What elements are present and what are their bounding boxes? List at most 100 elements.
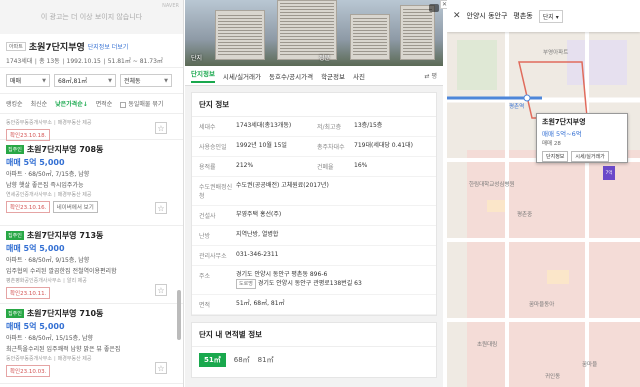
- listing-desc: 아파트 · 68/50㎡, 15/15층, 남향: [6, 335, 94, 342]
- scrollbar[interactable]: [177, 290, 181, 340]
- info-key: 총주차대수: [310, 137, 352, 157]
- road-address: 경기도 안양시 동안구 관평로138번길 63: [257, 280, 362, 287]
- info-value: 1743세대(총13개동): [234, 117, 310, 137]
- map-breadcrumb-bar: ✕ 안양시 동안구 평촌동 단지 ▾: [447, 0, 640, 32]
- view-on-naver-link[interactable]: 네이버에서 보기: [52, 201, 98, 213]
- complex-photo[interactable]: 단지 정문: [185, 0, 443, 66]
- area-tabs: 51㎡ 68㎡ 81㎡: [192, 347, 436, 373]
- building-select[interactable]: 전체동 ▼: [120, 74, 172, 87]
- info-key: 건폐율: [310, 157, 352, 177]
- area-value: 51㎡, 68㎡, 81㎡: [234, 295, 436, 315]
- map-view[interactable]: ✕ 안양시 동안구 평촌동 단지 ▾ 평촌역 부영아파트 꿈마을 귀인동 한림대…: [447, 0, 640, 387]
- detail-tabs: 단지정보 시세/실거래가 동호수/공시가격 학군정보 사진 ⇄ 평: [185, 66, 443, 86]
- listing-pin-icon[interactable]: 7억: [603, 166, 615, 180]
- sort-low-price[interactable]: 낮은가격순↓: [55, 99, 88, 108]
- breadcrumb-complex[interactable]: 단지 ▾: [538, 9, 563, 23]
- tab-price[interactable]: 시세/실거래가: [223, 71, 261, 81]
- popup-complex-info-button[interactable]: 단지정보: [542, 151, 569, 162]
- tab-unit[interactable]: 동호수/공시가격: [269, 71, 313, 81]
- info-key: 면적: [192, 295, 234, 315]
- same-group-toggle[interactable]: 동일매물 묶기: [120, 99, 163, 108]
- sort-latest[interactable]: 최신순: [31, 99, 48, 108]
- area-info-card: 단지 내 면적별 정보 51㎡ 68㎡ 81㎡: [191, 322, 437, 378]
- address-line: 경기도 안양시 동안구 평촌동 896-6: [236, 271, 328, 278]
- info-key: 사용승인일: [192, 137, 234, 157]
- map-label: 평촌역: [509, 104, 525, 110]
- photo-label-right: 정문: [319, 55, 331, 62]
- breadcrumb-dong[interactable]: 평촌동: [513, 11, 532, 21]
- tab-complex-info[interactable]: 단지정보: [191, 68, 215, 83]
- area-select[interactable]: 68㎡,81㎡ ▼: [54, 74, 116, 87]
- popup-price: 매매 5억~6억: [542, 130, 582, 138]
- area-tab[interactable]: 68㎡: [234, 355, 250, 365]
- listing-desc-2: 남향 햇살 좋은집 즉시입주가능: [6, 182, 84, 189]
- office-phone[interactable]: 031-346-2311: [234, 246, 436, 266]
- listing-desc: 아파트 · 68/50㎡, 7/15층, 남향: [6, 171, 90, 178]
- area-tab[interactable]: 81㎡: [258, 355, 274, 365]
- map-label: 초원대림: [477, 342, 498, 348]
- favorite-star-icon[interactable]: ☆: [155, 284, 167, 296]
- info-key: 수도권배정신청: [192, 177, 234, 206]
- info-key: 주소: [192, 266, 234, 295]
- close-icon[interactable]: ✕: [453, 11, 461, 21]
- agent-info: 동안중부동중개사무소 ∣ 매경부동산 제공: [6, 356, 92, 362]
- list-item[interactable]: 동안중부동중개사무소 ∣ 매경부동산 제공 확인23.10.18. ☆: [0, 114, 183, 141]
- map-canvas: [447, 32, 640, 387]
- complex-popup[interactable]: 초원7단지부영 매매 5억~6억 매매 28 단지정보 시세/실거래가: [536, 113, 628, 163]
- chevron-down-icon: ▼: [108, 77, 112, 84]
- info-key: 관리사무소: [192, 246, 234, 266]
- breadcrumb-complex-label: 단지: [542, 13, 554, 21]
- camera-icon[interactable]: [429, 4, 439, 12]
- listing-title: 초원7단지부영 710동: [26, 309, 104, 318]
- complex-info-link[interactable]: 단지정보 더보기: [88, 42, 129, 51]
- address-value: 경기도 안양시 동안구 평촌동 896-6 도로명 경기도 안양시 동안구 관평로…: [234, 266, 436, 295]
- complex-header: 아파트 초원7단지부영 단지정보 더보기 1743세대 ∣ 총 13동 ∣ 19…: [0, 34, 183, 68]
- area-value: 68㎡,81㎡: [58, 78, 88, 85]
- filter-bar: 매매 ▼ 68㎡,81㎡ ▼ 전체동 ▼: [0, 68, 183, 94]
- map-label: 한림대학교성심병원: [469, 182, 515, 188]
- agent-info: 연세공인중개사사무소 ∣ 매경부동산 제공: [6, 192, 92, 198]
- info-value: 13층/15층: [352, 117, 436, 137]
- map-label: 꿈마을동아: [529, 302, 555, 308]
- builder-value: 부영주택 홍선(주): [234, 206, 436, 226]
- road-address-tag: 도로명: [236, 279, 256, 289]
- building-image: [277, 0, 337, 60]
- sort-area[interactable]: 면적순: [96, 99, 113, 108]
- unit-toggle[interactable]: ⇄ 평: [425, 71, 437, 80]
- breadcrumb-city[interactable]: 안양시 동안구: [467, 11, 508, 21]
- area-tab[interactable]: 51㎡: [199, 353, 226, 367]
- confirm-badge: 확인23.10.16.: [6, 201, 51, 213]
- listing-panel: 이 광고는 더 이상 보이지 않습니다 NAVER 아파트 초원7단지부영 단지…: [0, 0, 184, 387]
- info-value: 수도권(공공배전) 고체원료(2017년): [234, 177, 436, 206]
- list-item[interactable]: 집주인 초원7단지부영 708동 매매 5억 5,000 아파트 · 68/50㎡…: [0, 140, 183, 226]
- sort-bar: 랭킹순 최신순 낮은가격순↓ 면적순 동일매물 묶기: [0, 94, 183, 114]
- verified-badge: 집주인: [6, 309, 24, 318]
- complex-meta: 1743세대 ∣ 총 13동 ∣ 1992.10.15 ∣ 51.81㎡ ~ 8…: [6, 58, 163, 65]
- favorite-star-icon[interactable]: ☆: [155, 122, 167, 134]
- map-label: 부영아파트: [543, 50, 569, 56]
- info-key: 건설사: [192, 206, 234, 226]
- popup-price-button[interactable]: 시세/실거래가: [571, 151, 609, 162]
- tab-photos[interactable]: 사진: [353, 71, 365, 81]
- photo-label-left: 단지: [191, 55, 203, 62]
- building-value: 전체동: [124, 78, 141, 85]
- trade-type-select[interactable]: 매매 ▼: [6, 74, 50, 87]
- building-image: [400, 5, 435, 60]
- sort-ranking[interactable]: 랭킹순: [6, 99, 23, 108]
- list-item[interactable]: 집주인 초원7단지부영 713동 매매 5억 5,000 아파트 · 68/50㎡…: [0, 226, 183, 304]
- favorite-star-icon[interactable]: ☆: [155, 202, 167, 214]
- section-title: 단지 정보: [192, 93, 436, 117]
- list-item[interactable]: 집주인 초원7단지부영 710동 매매 5억 5,000 아파트 · 68/50㎡…: [0, 304, 183, 384]
- agent-info: 평촌평화공인중개사사무소 ∣ 알리 제공: [6, 278, 87, 284]
- popup-title: 초원7단지부영: [542, 118, 586, 126]
- listing-price: 매매 5억 5,000: [6, 158, 65, 167]
- favorite-star-icon[interactable]: ☆: [155, 362, 167, 374]
- complex-name: 초원7단지부영: [28, 43, 85, 53]
- listing-desc: 아파트 · 68/50㎡, 9/15층, 남향: [6, 257, 90, 264]
- tab-school[interactable]: 학군정보: [321, 71, 345, 81]
- info-value: 719대(세대당 0.41대): [352, 137, 436, 157]
- confirm-badge: 확인23.10.11.: [6, 287, 51, 299]
- checkbox-icon: [120, 101, 127, 108]
- complex-type-tag: 아파트: [6, 42, 26, 51]
- listing-desc-2: 최근특올수리된 입주쾌적 남향 맑은 뷰 좋은집: [6, 346, 121, 353]
